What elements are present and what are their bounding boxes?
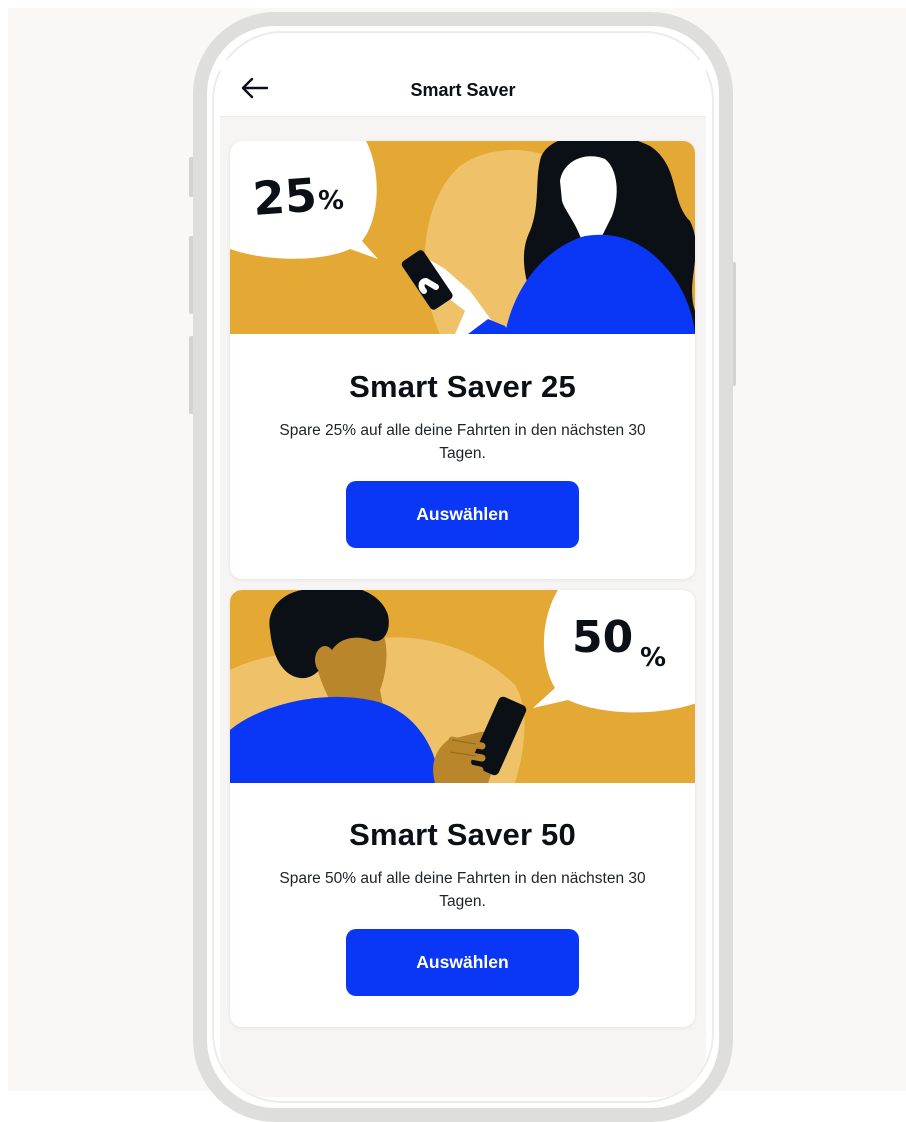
discount-25-percent: % [318,186,344,216]
plan-description: Spare 50% auf alle deine Fahrten in den … [279,870,646,910]
plan-description: Spare 25% auf alle deine Fahrten in den … [279,422,646,462]
select-plan-50-button[interactable]: Auswählen [346,929,579,996]
discount-50-percent: % [640,643,666,673]
page-title: Smart Saver [410,80,516,100]
plan-title: Smart Saver 50 [349,817,576,852]
plan-card-25: 25 % Smart Saver 25 Spare 25% auf alle d… [230,141,695,579]
plan-card-50: 50 % Smart Saver 50 Spare 50% auf alle d… [230,590,695,1027]
plan-title: Smart Saver 25 [349,369,576,404]
discount-50-number: 50 [572,612,633,663]
select-plan-25-button[interactable]: Auswählen [346,481,579,548]
man-with-phone-illustration: 50 % [230,590,695,783]
app-header: Smart Saver [220,60,706,117]
discount-25-number: 25 [251,168,319,226]
woman-with-phone-illustration: 25 % [230,141,695,334]
